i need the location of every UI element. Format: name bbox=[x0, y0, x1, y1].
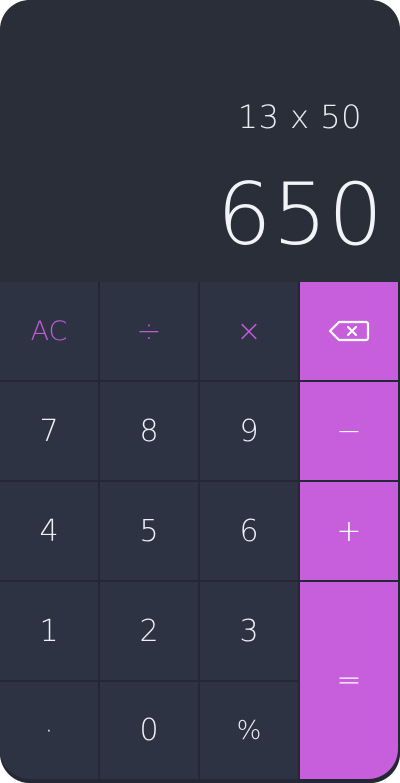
key-3[interactable]: 3 bbox=[200, 582, 298, 680]
key-4[interactable]: 4 bbox=[0, 482, 98, 580]
backspace-button[interactable] bbox=[300, 282, 398, 380]
minus-button[interactable]: − bbox=[300, 382, 398, 480]
result-text: 650 bbox=[216, 165, 384, 265]
key-6[interactable]: 6 bbox=[200, 482, 298, 580]
key-7[interactable]: 7 bbox=[0, 382, 98, 480]
multiply-icon: × bbox=[236, 313, 262, 349]
key-2[interactable]: 2 bbox=[100, 582, 198, 680]
calculator-app: 13 x 50 650 AC ÷ × 7 8 9 − 4 5 6 + 1 2 3… bbox=[0, 0, 400, 783]
divide-button[interactable]: ÷ bbox=[100, 282, 198, 380]
key-0[interactable]: 0 bbox=[100, 682, 198, 779]
key-5[interactable]: 5 bbox=[100, 482, 198, 580]
backspace-icon bbox=[328, 320, 370, 342]
clear-button[interactable]: AC bbox=[0, 282, 98, 380]
percent-button[interactable]: % bbox=[200, 682, 298, 779]
multiply-button[interactable]: × bbox=[200, 282, 298, 380]
key-9[interactable]: 9 bbox=[200, 382, 298, 480]
keypad: AC ÷ × 7 8 9 − 4 5 6 + 1 2 3 = · 0 % bbox=[0, 282, 400, 783]
decimal-button[interactable]: · bbox=[0, 682, 98, 779]
key-8[interactable]: 8 bbox=[100, 382, 198, 480]
plus-button[interactable]: + bbox=[300, 482, 398, 580]
key-1[interactable]: 1 bbox=[0, 582, 98, 680]
display-panel: 13 x 50 650 bbox=[0, 0, 400, 282]
divide-icon: ÷ bbox=[136, 313, 162, 349]
expression-text: 13 x 50 bbox=[237, 98, 362, 136]
equals-button[interactable]: = bbox=[300, 582, 398, 779]
